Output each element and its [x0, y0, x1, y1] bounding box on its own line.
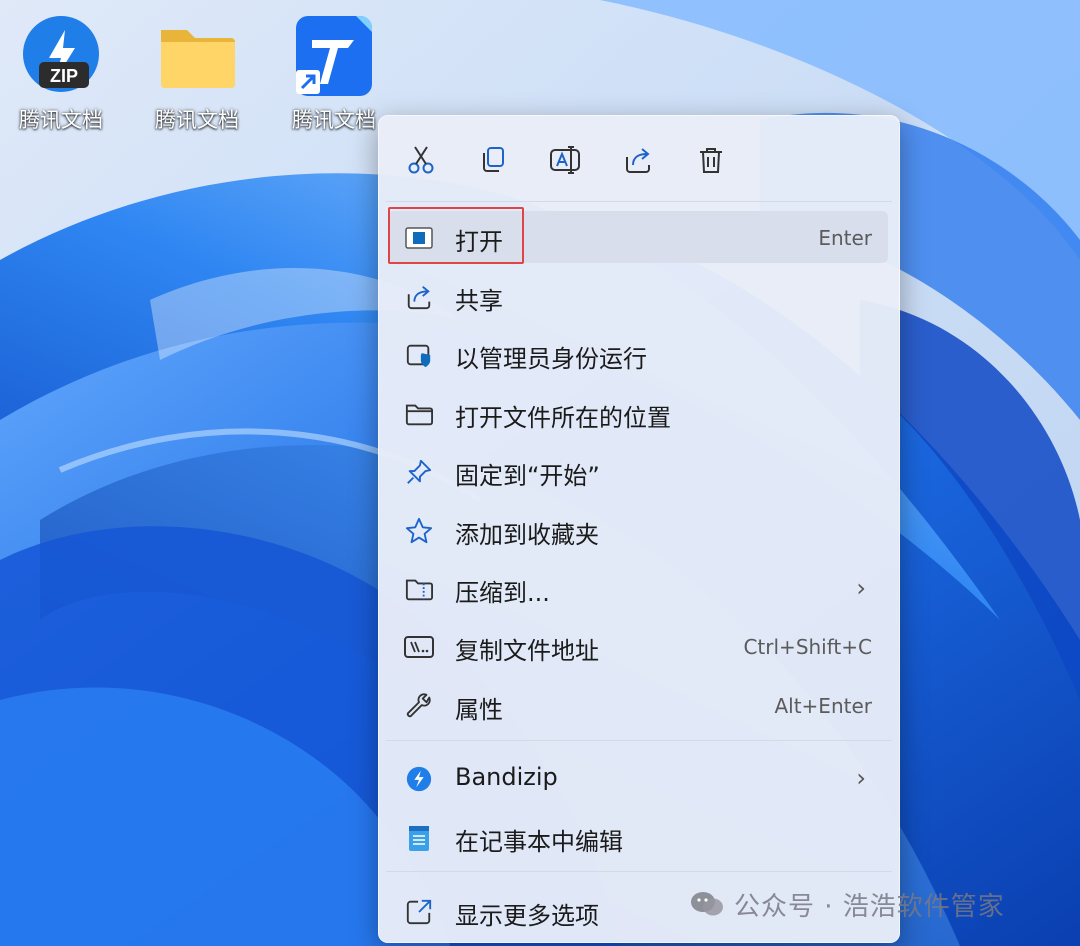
- watermark: 公众号 · 浩浩软件管家: [690, 884, 1005, 924]
- menu-item-pin-to-start[interactable]: 固定到“开始”: [388, 445, 888, 497]
- folder-outline-icon: [404, 399, 434, 429]
- menu-item-open-file-location[interactable]: 打开文件所在的位置: [388, 387, 888, 439]
- copy-icon: [483, 147, 504, 172]
- share-icon: [626, 148, 650, 173]
- delete-button[interactable]: [688, 137, 734, 183]
- context-menu-toolbar: [378, 115, 900, 203]
- share-button[interactable]: [615, 137, 661, 183]
- wechat-icon: [691, 892, 723, 916]
- svg-text:ZIP: ZIP: [50, 66, 78, 86]
- copy-button[interactable]: [470, 137, 516, 183]
- menu-item-label: 添加到收藏夹: [455, 521, 599, 549]
- pin-icon: [404, 457, 434, 487]
- menu-item-label: 打开文件所在的位置: [455, 404, 671, 432]
- tencent-docs-shortcut-icon: [296, 16, 372, 96]
- rename-icon: [550, 146, 580, 174]
- cut-button[interactable]: [398, 137, 444, 183]
- admin-shield-icon: [404, 340, 434, 370]
- highlight-annotation-box: [388, 207, 524, 264]
- menu-separator: [386, 871, 892, 872]
- menu-item-label: Bandizip: [455, 763, 558, 791]
- menu-item-label: 压缩到...: [455, 579, 550, 607]
- desktop-icon-zip[interactable]: ZIP 腾讯文档: [6, 8, 116, 138]
- menu-item-label: 在记事本中编辑: [455, 828, 623, 856]
- menu-item-label: 属性: [455, 696, 503, 724]
- desktop-icon-label: 腾讯文档: [155, 108, 239, 132]
- menu-item-shortcut: Alt+Enter: [774, 694, 872, 718]
- menu-item-run-as-admin[interactable]: 以管理员身份运行: [388, 328, 888, 380]
- desktop-icon-folder[interactable]: 腾讯文档: [142, 8, 252, 138]
- menu-item-label: 固定到“开始”: [455, 462, 600, 490]
- menu-item-shortcut: Enter: [818, 226, 872, 250]
- menu-item-label: 复制文件地址: [455, 637, 599, 665]
- star-icon: [404, 516, 434, 546]
- menu-item-properties[interactable]: 属性 Alt+Enter: [388, 679, 888, 731]
- share-icon: [404, 282, 434, 312]
- path-icon: [404, 632, 434, 662]
- bandizip-icon: [404, 764, 434, 794]
- menu-item-compress-to[interactable]: 压缩到... ›: [388, 562, 888, 614]
- menu-item-bandizip[interactable]: Bandizip ›: [388, 752, 888, 804]
- trash-icon: [700, 148, 722, 173]
- menu-item-label: 共享: [455, 287, 503, 315]
- menu-item-label: 以管理员身份运行: [455, 345, 647, 373]
- menu-item-shortcut: Ctrl+Shift+C: [743, 635, 872, 659]
- wrench-icon: [404, 691, 434, 721]
- chevron-right-icon: ›: [856, 764, 866, 792]
- menu-separator: [386, 201, 892, 202]
- menu-item-add-to-favorites[interactable]: 添加到收藏夹: [388, 504, 888, 556]
- menu-separator: [386, 740, 892, 741]
- rename-button[interactable]: [543, 137, 589, 183]
- more-options-icon: [404, 897, 434, 927]
- desktop-icon-tencent-docs[interactable]: 腾讯文档: [279, 8, 389, 138]
- zip-folder-icon: [404, 574, 434, 604]
- menu-item-edit-in-notepad[interactable]: 在记事本中编辑: [388, 811, 888, 863]
- watermark-text: 公众号 · 浩浩软件管家: [734, 891, 1005, 922]
- notepad-icon: [404, 823, 434, 853]
- menu-item-share[interactable]: 共享: [388, 270, 888, 322]
- menu-item-label: 显示更多选项: [455, 902, 599, 930]
- menu-item-copy-file-path[interactable]: 复制文件地址 Ctrl+Shift+C: [388, 620, 888, 672]
- desktop-icon-label: 腾讯文档: [292, 108, 376, 132]
- folder-icon: [161, 30, 235, 88]
- desktop-icon-label: 腾讯文档: [19, 108, 103, 132]
- chevron-right-icon: ›: [856, 574, 866, 602]
- zip-archive-icon: ZIP: [23, 16, 99, 92]
- context-menu: 打开 Enter 共享 以管理员身份运行 打开文件所在的位置 固定到“开始” 添…: [378, 115, 900, 943]
- scissors-icon: [408, 146, 434, 174]
